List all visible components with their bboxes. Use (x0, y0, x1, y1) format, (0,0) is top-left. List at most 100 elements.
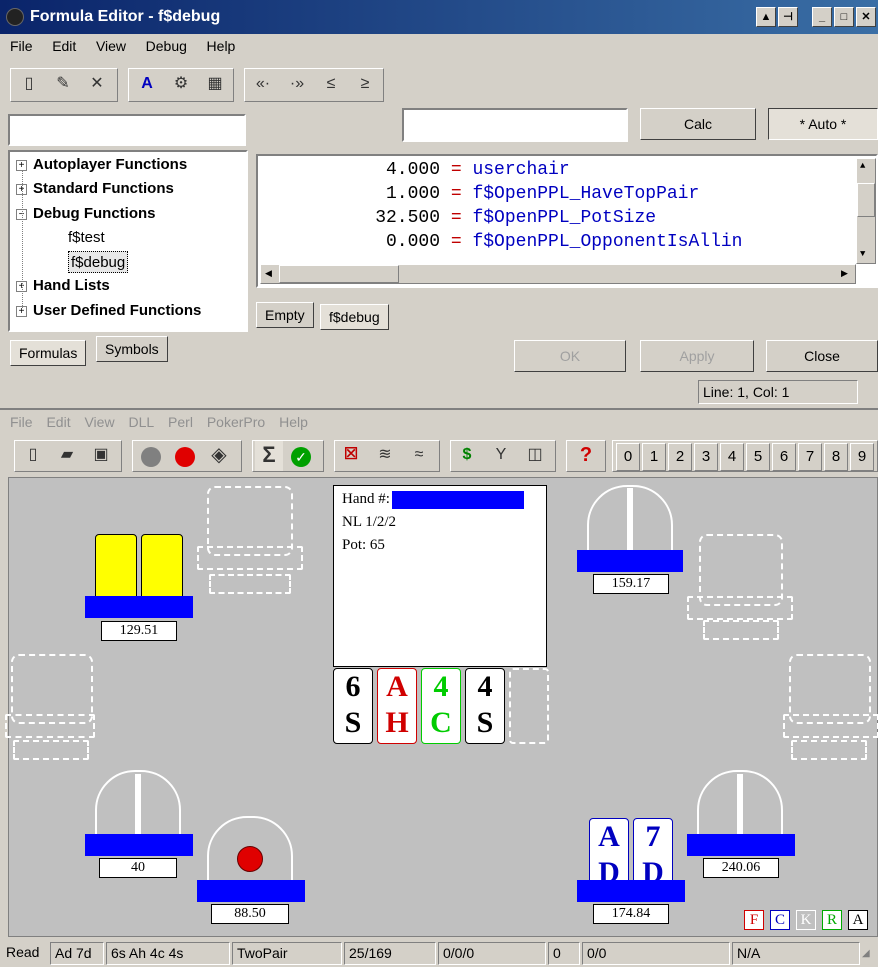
main-menu-dll[interactable]: DLL (128, 414, 154, 430)
chair-button-5[interactable]: 5 (746, 443, 770, 471)
scroll-right-icon[interactable]: ▶ (841, 269, 848, 279)
tree-item-autoplayer[interactable]: + Autoplayer Functions (16, 154, 187, 176)
close-window-button[interactable]: ✕ (856, 7, 876, 27)
chair-button-3[interactable]: 3 (694, 443, 718, 471)
scroll-left-icon[interactable]: ◀ (265, 269, 272, 279)
resize-grip-icon[interactable]: ◢ (862, 948, 876, 962)
chair-button-8[interactable]: 8 (824, 443, 848, 471)
indent-icon[interactable]: ·» (283, 70, 311, 100)
formula-sigma-icon[interactable]: Σ (255, 441, 283, 471)
sort-up-icon[interactable]: ≤ (317, 70, 345, 100)
font-icon[interactable]: A (133, 70, 161, 100)
grid-icon[interactable]: ▦ (201, 70, 229, 100)
outdent-icon[interactable]: «· (249, 70, 277, 100)
new-formula-icon[interactable]: ▯ (15, 70, 43, 100)
new-icon[interactable]: ▯ (19, 441, 47, 471)
pin-button[interactable]: ⊣ (778, 7, 798, 27)
main-toolbar-misc: $ Y ◫ (450, 440, 556, 472)
settings-icon[interactable]: ⚙ (167, 70, 195, 100)
tab-formulas[interactable]: Formulas (10, 340, 87, 366)
menu-help[interactable]: Help (207, 38, 236, 54)
tab-empty[interactable]: Empty (256, 302, 314, 328)
calc-button[interactable]: Calc (640, 108, 756, 140)
tree-item-hand-lists[interactable]: + Hand Lists (16, 275, 110, 297)
main-toolbar-help: ? (566, 440, 606, 472)
flag-fold: F (744, 910, 764, 930)
target-icon[interactable]: ◈ (205, 441, 233, 471)
main-toolbar-file: ▯ ▰ ▣ (14, 440, 122, 472)
delete-icon[interactable]: ✕ (83, 70, 111, 100)
empty-seat-bar (5, 714, 95, 738)
chevrons-down-icon[interactable]: ≈ (405, 441, 433, 471)
player-name-bar (85, 596, 193, 618)
cocktail-icon[interactable]: Y (487, 441, 515, 471)
maximize-button[interactable]: □ (834, 7, 854, 27)
calc-result-field[interactable] (402, 108, 628, 142)
tree-item-f-test[interactable]: f$test (68, 227, 105, 249)
pot-label: Pot: 65 (342, 537, 385, 553)
ok-button[interactable]: OK (514, 340, 626, 372)
dealer-button-icon (237, 846, 263, 872)
record-icon[interactable] (175, 447, 195, 467)
chair-button-9[interactable]: 9 (850, 443, 874, 471)
editor-title: Formula Editor - f$debug (30, 8, 221, 25)
tab-symbols[interactable]: Symbols (96, 336, 168, 362)
rename-icon[interactable]: ✎ (49, 70, 77, 100)
tree-item-f-debug[interactable]: f$debug (68, 251, 129, 273)
chair-button-0[interactable]: 0 (616, 443, 640, 471)
scroll-thumb-h[interactable] (279, 265, 399, 283)
fold-x-icon[interactable]: ☒ (337, 441, 365, 471)
help-icon[interactable]: ? (572, 441, 600, 471)
tab-f-debug[interactable]: f$debug (320, 304, 389, 330)
tree-item-user-defined[interactable]: + User Defined Functions (16, 300, 201, 322)
player-name-bar (577, 550, 683, 572)
main-menu-edit[interactable]: Edit (46, 414, 70, 430)
main-menu-help[interactable]: Help (279, 414, 308, 430)
blinds-label: NL 1/2/2 (342, 514, 397, 530)
validate-check-icon[interactable]: ✓ (291, 447, 311, 467)
menu-debug[interactable]: Debug (146, 38, 187, 54)
scroll-up-icon[interactable]: ▲ (860, 161, 865, 171)
formula-search-input[interactable] (8, 114, 246, 146)
empty-seat-stack (703, 620, 779, 640)
menu-file[interactable]: File (10, 38, 33, 54)
main-menu-perl[interactable]: Perl (168, 414, 193, 430)
chevrons-up-icon[interactable]: ≋ (371, 441, 399, 471)
vertical-scrollbar[interactable]: ▲ ▼ (856, 158, 876, 264)
money-lock-icon[interactable]: $ (453, 441, 481, 471)
main-menu-pokerpro[interactable]: PokerPro (207, 414, 265, 430)
scroll-thumb[interactable] (857, 183, 875, 217)
debug-output-area[interactable]: 4.000 = userchair 1.000 = f$OpenPPL_Have… (256, 154, 878, 288)
main-menu-file[interactable]: File (10, 414, 33, 430)
rollup-button[interactable]: ▲ (756, 7, 776, 27)
horizontal-scrollbar[interactable]: ◀ ▶ (260, 264, 856, 284)
scroll-down-icon[interactable]: ▼ (860, 249, 865, 259)
status-board: 6s Ah 4c 4s (106, 942, 230, 965)
chair-button-6[interactable]: 6 (772, 443, 796, 471)
sound-icon[interactable]: ◫ (521, 441, 549, 471)
menu-edit[interactable]: Edit (52, 38, 76, 54)
empty-seat-bar (783, 714, 878, 738)
player-name-bar (197, 880, 305, 902)
menu-view[interactable]: View (96, 38, 126, 54)
status-na: N/A (732, 942, 860, 965)
close-button[interactable]: Close (766, 340, 878, 372)
save-icon[interactable]: ▣ (87, 441, 115, 471)
minimize-button[interactable]: _ (812, 7, 832, 27)
chair-button-4[interactable]: 4 (720, 443, 744, 471)
main-menu-view[interactable]: View (84, 414, 114, 430)
app-icon (6, 8, 24, 26)
open-folder-icon[interactable]: ▰ (53, 441, 81, 471)
chair-button-2[interactable]: 2 (668, 443, 692, 471)
expand-icon[interactable]: + (16, 159, 27, 171)
apply-button[interactable]: Apply (640, 340, 754, 372)
disconnected-icon[interactable] (141, 447, 161, 467)
tree-item-standard[interactable]: + Standard Functions (16, 178, 174, 200)
chair-button-7[interactable]: 7 (798, 443, 822, 471)
player-balance: 88.50 (211, 904, 289, 924)
chair-button-1[interactable]: 1 (642, 443, 666, 471)
sort-down-icon[interactable]: ≥ (351, 70, 379, 100)
auto-toggle-button[interactable]: * Auto * (768, 108, 878, 140)
empty-seat-stack (209, 574, 291, 594)
tree-item-debug[interactable]: − Debug Functions (16, 203, 156, 225)
